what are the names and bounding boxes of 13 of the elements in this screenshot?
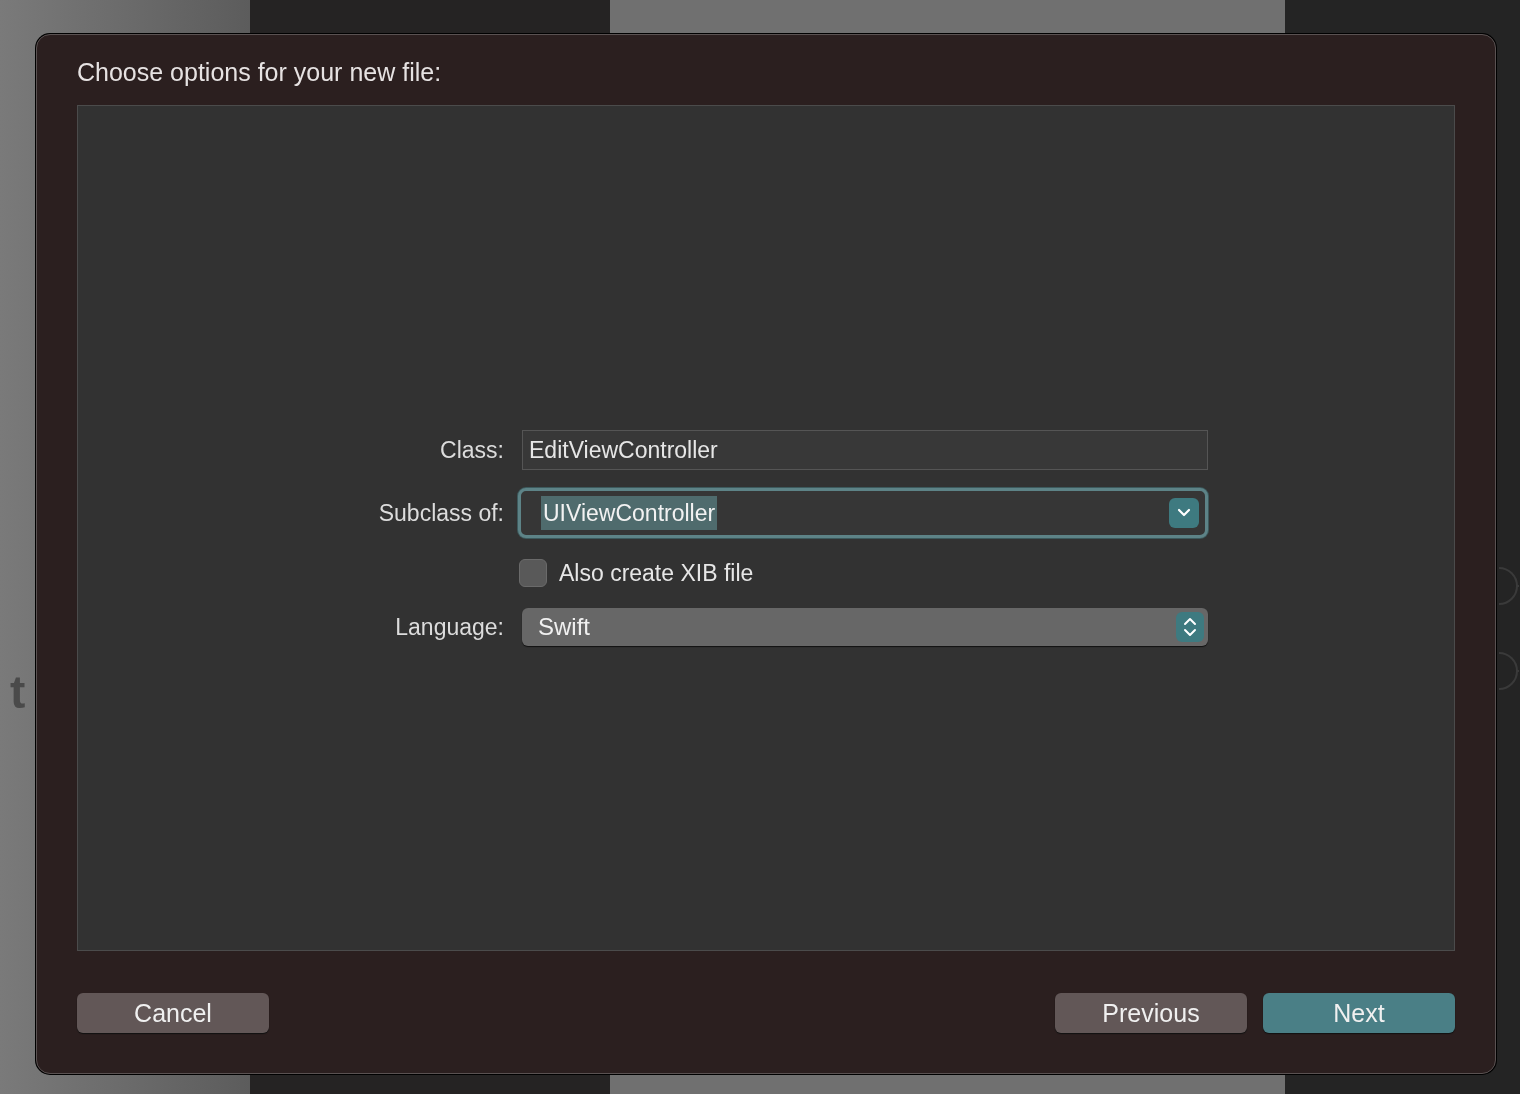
popup-value: Swift bbox=[538, 612, 590, 643]
dialog-button[interactable]: Next bbox=[1263, 993, 1455, 1033]
selected-text: UIViewController bbox=[541, 495, 718, 530]
checkbox-label: Also create XIB file bbox=[559, 558, 754, 588]
field-label: Language: bbox=[394, 613, 504, 642]
dialog-button[interactable]: Previous bbox=[1055, 993, 1247, 1033]
class-field[interactable]: EditViewController bbox=[522, 429, 1208, 470]
dialog-title: Choose options for your new file: bbox=[77, 57, 443, 87]
dialog-button[interactable]: Cancel bbox=[77, 993, 269, 1033]
field-label: Class: bbox=[439, 435, 504, 465]
language-popup[interactable]: Swift bbox=[522, 608, 1208, 647]
field-label: Subclass of: bbox=[377, 498, 504, 528]
subclass-combo-box[interactable]: UIViewController bbox=[518, 487, 1208, 538]
